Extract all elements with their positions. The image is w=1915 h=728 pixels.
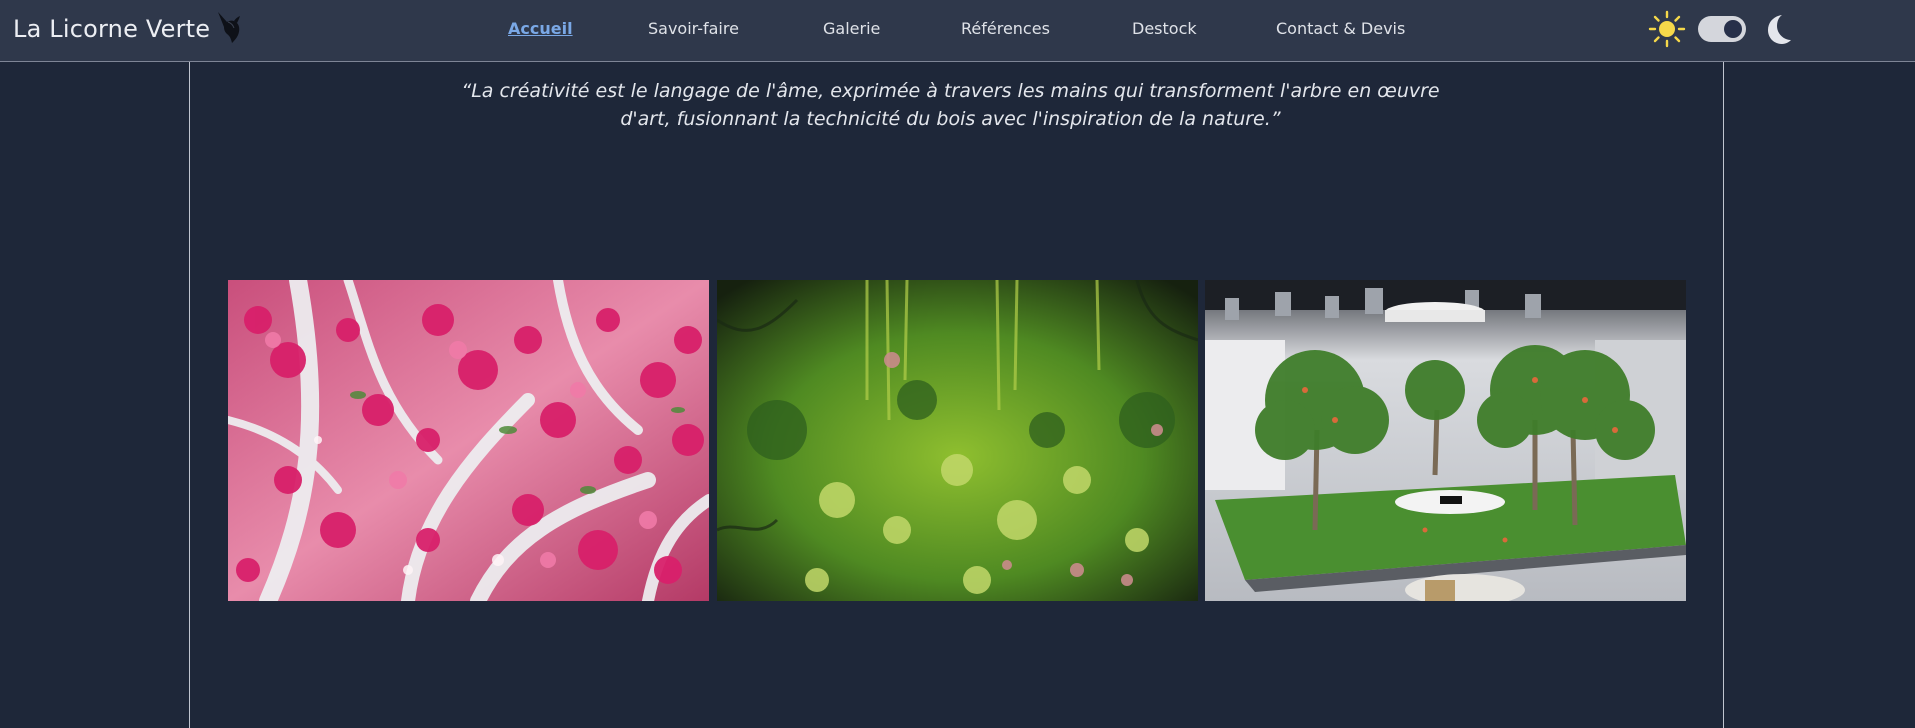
tree-installation-stage-photo[interactable] — [1205, 280, 1686, 601]
hero-quote: “La créativité est le langage de l'âme, … — [461, 80, 1440, 130]
pink-blossom-tree-photo[interactable] — [228, 280, 709, 601]
navbar: La Licorne Verte Accueil Savoir-faire Ga… — [0, 0, 1915, 62]
green-moss-wall-photo[interactable] — [717, 280, 1198, 601]
moon-icon[interactable] — [1760, 12, 1794, 46]
sun-icon[interactable] — [1648, 10, 1686, 48]
theme-toggle[interactable] — [1698, 16, 1746, 42]
main-nav: Accueil Savoir-faire Galerie Références … — [0, 0, 1915, 60]
nav-link-savoir-faire[interactable]: Savoir-faire — [648, 19, 739, 38]
toggle-knob — [1724, 20, 1742, 38]
nav-link-galerie[interactable]: Galerie — [823, 19, 880, 38]
nav-link-destock[interactable]: Destock — [1132, 19, 1197, 38]
photo-gallery — [228, 280, 1688, 601]
nav-link-references[interactable]: Références — [961, 19, 1050, 38]
nav-link-contact-devis[interactable]: Contact & Devis — [1276, 19, 1405, 38]
theme-controls — [1648, 10, 1794, 48]
nav-link-accueil[interactable]: Accueil — [508, 19, 573, 38]
